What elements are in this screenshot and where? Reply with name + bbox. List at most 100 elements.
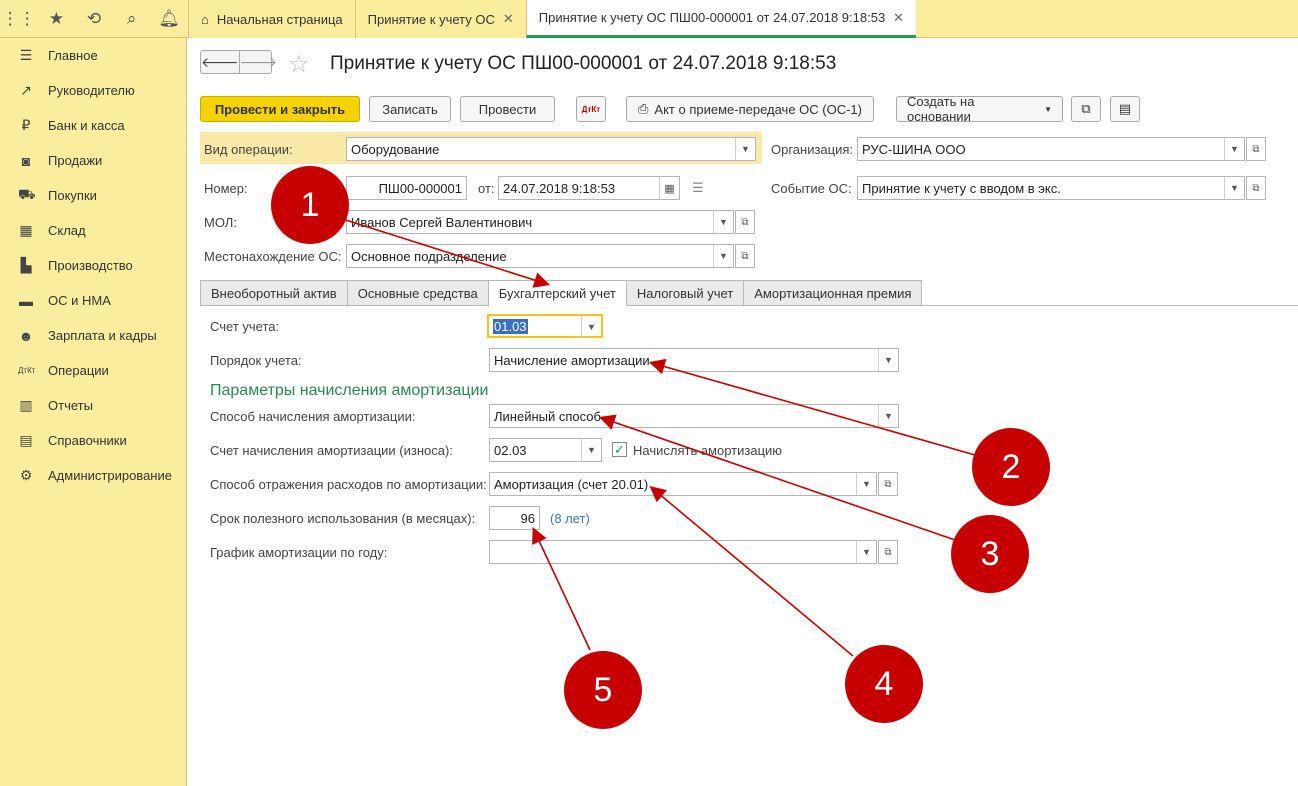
bag-icon: ◙ xyxy=(21,152,31,169)
open-icon[interactable]: ⧉ xyxy=(1246,176,1266,200)
sidebar-item-bank[interactable]: ₽ Банк и касса xyxy=(0,108,186,143)
sidebar-item-label: Продажи xyxy=(48,153,103,168)
sidebar-item-warehouse[interactable]: ▦ Склад xyxy=(0,213,186,248)
sidebar-item-label: Производство xyxy=(48,258,133,273)
operation-label: Вид операции: xyxy=(204,142,293,157)
sidebar-item-purchases[interactable]: ⛟ Покупки xyxy=(0,178,186,213)
depr-account-field[interactable]: 02.03 ▼ xyxy=(489,438,602,462)
comment-icon[interactable]: ☰ xyxy=(692,180,704,196)
location-field[interactable]: Основное подразделение ▼ xyxy=(346,244,734,268)
grid-icon: ▦ xyxy=(19,222,33,238)
sidebar-item-fixed-assets[interactable]: ▬ ОС и НМА xyxy=(0,283,186,318)
gear-icon: ⚙ xyxy=(19,467,33,483)
apps-grid-icon[interactable]: ⋮⋮ xyxy=(0,0,38,38)
bell-icon[interactable]: 🔔︎ xyxy=(150,0,188,38)
method-field[interactable]: Линейный способ ▼ xyxy=(489,404,899,428)
sidebar-item-admin[interactable]: ⚙ Администрирование xyxy=(0,458,186,493)
document-tabs: Внеоборотный актив Основные средства Бух… xyxy=(200,280,923,306)
sidebar-item-label: ОС и НМА xyxy=(48,293,111,308)
tab-fixed-assets[interactable]: Основные средства xyxy=(347,280,489,306)
life-years: (8 лет) xyxy=(550,511,590,526)
save-button[interactable]: Записать xyxy=(369,96,451,122)
date-value: 24.07.2018 9:18:53 xyxy=(503,180,616,196)
marker-1: 1 xyxy=(271,166,349,244)
create-based-on-button[interactable]: Создать на основании ▼ xyxy=(896,94,1063,124)
tab-tax[interactable]: Налоговый учет xyxy=(626,280,745,306)
tab-home[interactable]: ⌂ Начальная страница xyxy=(188,0,355,38)
sidebar-item-reports[interactable]: ▥ Отчеты xyxy=(0,388,186,423)
operation-field[interactable]: Оборудование ▼ xyxy=(346,137,756,161)
back-arrow-icon[interactable]: 🡐 xyxy=(201,51,240,73)
favorite-star-icon[interactable]: ☆ xyxy=(288,50,310,79)
sidebar-item-operations[interactable]: ДтКт Операции xyxy=(0,353,186,388)
sidebar-item-manager[interactable]: ↗ Руководителю xyxy=(0,73,186,108)
tab-os-list[interactable]: Принятие к учету ОС ✕ xyxy=(354,0,526,38)
favorites-star-icon[interactable]: ★ xyxy=(38,0,76,38)
sidebar-item-label: Склад xyxy=(48,223,86,238)
menu-icon: ☰ xyxy=(19,47,33,63)
dropdown-icon[interactable]: ▼ xyxy=(1224,138,1244,160)
sidebar-item-production[interactable]: ▙ Производство xyxy=(0,248,186,283)
location-label: Местонахождение ОС: xyxy=(204,249,342,264)
dropdown-icon[interactable]: ▼ xyxy=(878,349,898,371)
history-icon[interactable]: ⟲ xyxy=(75,0,113,38)
dropdown-icon[interactable]: ▼ xyxy=(878,405,898,427)
dropdown-icon[interactable]: ▼ xyxy=(735,138,755,160)
dropdown-icon[interactable]: ▼ xyxy=(856,473,876,495)
open-icon[interactable]: ⧉ xyxy=(878,472,898,496)
number-field[interactable]: ПШ00-000001 xyxy=(346,176,467,200)
sidebar-item-salary[interactable]: ☻ Зарплата и кадры xyxy=(0,318,186,353)
accrue-checkbox[interactable]: ✓ xyxy=(612,442,627,457)
mol-value: Иванов Сергей Валентинович xyxy=(351,214,533,230)
close-icon[interactable]: ✕ xyxy=(893,10,904,26)
document-form: 🡐 🡒 ☆ Принятие к учету ОС ПШ00-000001 от… xyxy=(188,38,1298,786)
sidebar-item-label: Администрирование xyxy=(48,468,172,483)
method-value: Линейный способ xyxy=(494,408,601,424)
post-and-close-button[interactable]: Провести и закрыть xyxy=(200,96,360,122)
calendar-icon[interactable]: ▦ xyxy=(659,177,679,199)
forward-arrow-icon[interactable]: 🡒 xyxy=(240,51,278,73)
marker-2: 2 xyxy=(972,428,1050,506)
tab-accounting[interactable]: Бухгалтерский учет xyxy=(488,280,627,306)
expense-field[interactable]: Амортизация (счет 20.01) ▼ xyxy=(489,472,877,496)
open-icon[interactable]: ⧉ xyxy=(1246,137,1266,161)
event-field[interactable]: Принятие к учету с вводом в экс. ▼ xyxy=(857,176,1245,200)
schedule-field[interactable]: ▼ xyxy=(489,540,877,564)
list-icon[interactable]: ▤ xyxy=(1110,96,1140,122)
order-label: Порядок учета: xyxy=(210,353,302,368)
sidebar-item-label: Покупки xyxy=(48,188,97,203)
truck-icon: ▬ xyxy=(19,292,33,309)
tab-os-document[interactable]: Принятие к учету ОС ПШ00-000001 от 24.07… xyxy=(525,0,917,38)
mol-label: МОЛ: xyxy=(204,215,237,230)
life-field[interactable]: 96 xyxy=(489,506,540,530)
dropdown-arrow-icon: ▼ xyxy=(1044,104,1052,114)
sidebar-item-sales[interactable]: ◙ Продажи xyxy=(0,143,186,178)
search-icon[interactable]: ⌕ xyxy=(113,0,151,38)
open-icon[interactable]: ⧉ xyxy=(735,210,755,234)
dropdown-icon[interactable]: ▼ xyxy=(856,541,876,563)
account-field[interactable]: 01.03 ▼ xyxy=(487,314,603,338)
marker-3: 3 xyxy=(951,515,1029,593)
open-icon[interactable]: ⧉ xyxy=(878,540,898,564)
dropdown-icon[interactable]: ▼ xyxy=(1224,177,1244,199)
sidebar-item-main[interactable]: ☰ Главное xyxy=(0,38,186,73)
order-field[interactable]: Начисление амортизации ▼ xyxy=(489,348,899,372)
sidebar-item-catalogs[interactable]: ▤ Справочники xyxy=(0,423,186,458)
date-field[interactable]: 24.07.2018 9:18:53 ▦ xyxy=(498,176,680,200)
structure-icon[interactable]: ⧉ xyxy=(1071,96,1101,122)
dropdown-icon[interactable]: ▼ xyxy=(713,211,733,233)
dtkt-button[interactable]: ДтКт xyxy=(576,96,606,122)
org-field[interactable]: РУС-ШИНА ООО ▼ xyxy=(857,137,1245,161)
close-icon[interactable]: ✕ xyxy=(503,11,514,27)
post-button[interactable]: Провести xyxy=(460,96,555,122)
tab-noncurrent-asset[interactable]: Внеоборотный актив xyxy=(200,280,348,306)
tab-depreciation-bonus[interactable]: Амортизационная премия xyxy=(744,280,923,306)
dropdown-icon[interactable]: ▼ xyxy=(581,316,601,338)
dropdown-icon[interactable]: ▼ xyxy=(713,245,733,267)
open-icon[interactable]: ⧉ xyxy=(735,244,755,268)
mol-field[interactable]: Иванов Сергей Валентинович ▼ xyxy=(346,210,734,234)
act-os1-button[interactable]: ⎙ Акт о приеме-передаче ОС (ОС-1) xyxy=(626,96,874,122)
dropdown-icon[interactable]: ▼ xyxy=(581,439,601,461)
sidebar-item-label: Отчеты xyxy=(48,398,93,413)
create-based-label: Создать на основании xyxy=(907,94,975,124)
